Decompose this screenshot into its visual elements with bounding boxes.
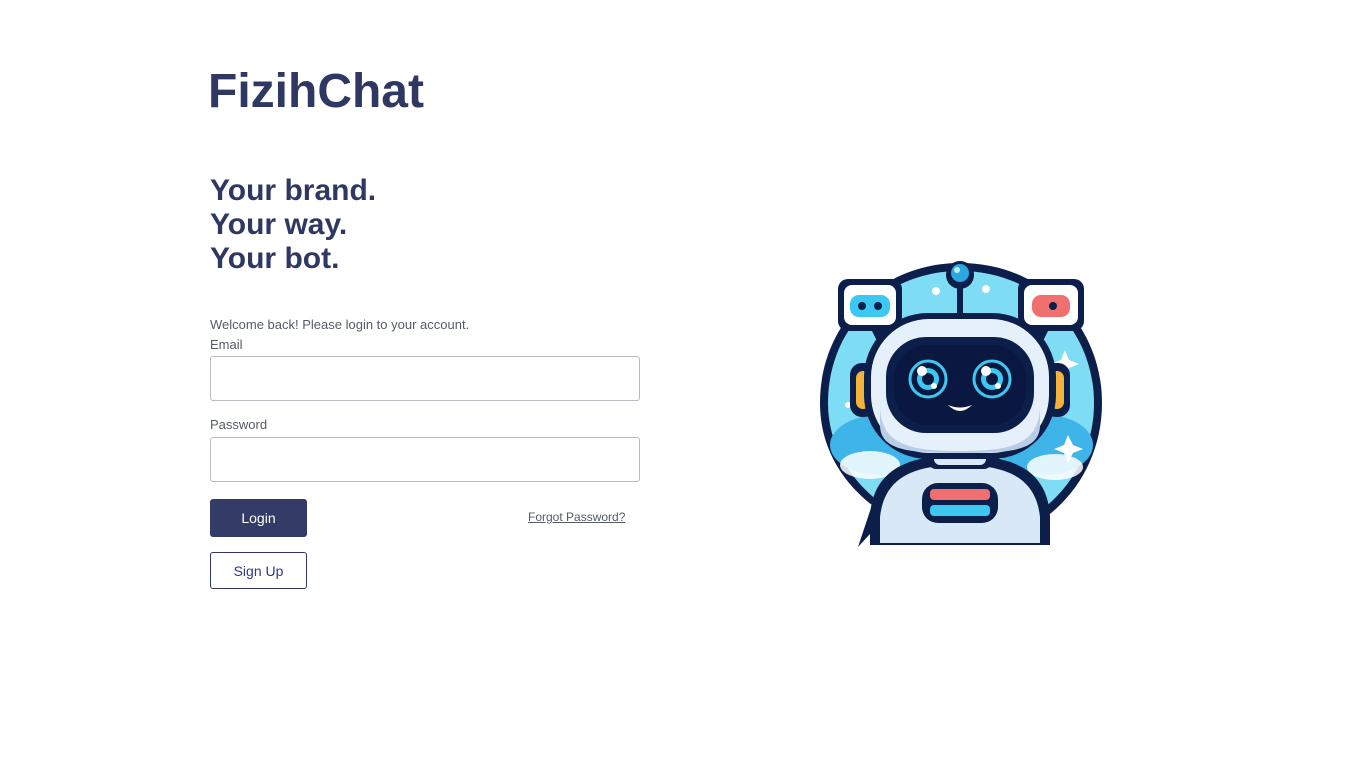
login-button[interactable]: Login [210,499,307,537]
welcome-message: Welcome back! Please login to your accou… [210,317,470,332]
tagline-line-brand: Your brand. [210,174,377,207]
signup-button[interactable]: Sign Up [210,552,307,589]
forgot-password-link[interactable]: Forgot Password? [528,510,625,524]
brand-logo-text: FizihChat [208,65,424,118]
login-page: FizihChat Your brand. Your way. Your bot… [0,0,1366,768]
tagline-line-bot: Your bot. [210,242,340,275]
email-label: Email [210,337,243,352]
tagline-line-way: Your way. [210,208,348,241]
email-field[interactable] [210,356,640,401]
password-field[interactable] [210,437,640,482]
robot-mascot-icon [820,261,1102,547]
hero-tagline: Your brand. Your way. Your bot. [210,174,376,276]
password-label: Password [210,417,268,432]
